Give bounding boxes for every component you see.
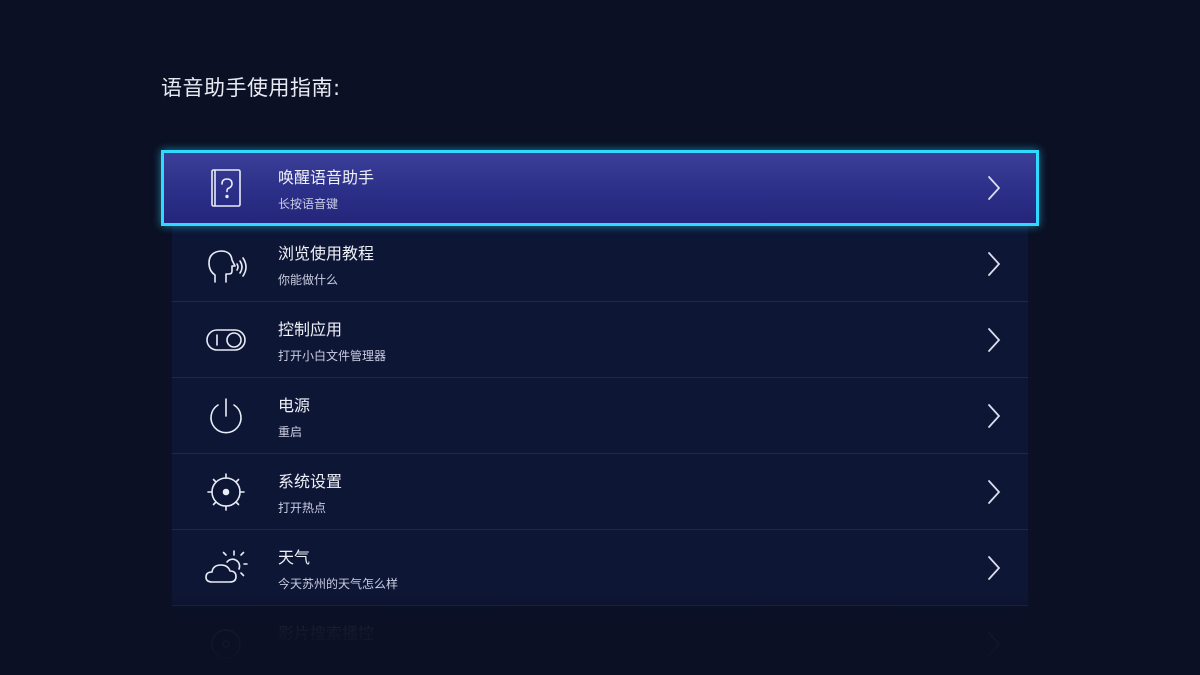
voice-assistant-guide-screen: 语音助手使用指南: 唤醒语音助手 长按语音键 浏览使用教程 你能做什么 控制应用… [0,0,1200,675]
weather-cloud-sun-icon [204,546,248,590]
list-item-wake-assistant[interactable]: 唤醒语音助手 长按语音键 [161,150,1039,226]
chevron-right-icon [986,250,1002,278]
chevron-right-icon [986,402,1002,430]
chevron-right-icon [986,630,1002,658]
item-subtitle: 打开热点 [278,501,327,515]
item-title: 控制应用 [278,320,343,339]
item-title: 影片搜索播控 [278,624,375,643]
page-title: 语音助手使用指南: [161,76,341,100]
list-item-power[interactable]: 电源 重启 [172,378,1028,454]
list-item-movie-search[interactable]: 影片搜索播控 [172,606,1028,659]
chevron-right-icon [986,478,1002,506]
toggle-switch-icon [204,318,248,362]
item-title: 天气 [278,548,311,567]
chevron-right-icon [986,174,1002,202]
item-title: 系统设置 [278,472,343,491]
item-subtitle: 打开小白文件管理器 [278,349,387,363]
speaking-head-icon [204,242,248,286]
power-icon [204,394,248,438]
item-subtitle: 长按语音键 [278,197,339,211]
list-item-system-settings[interactable]: 系统设置 打开热点 [172,454,1028,530]
item-subtitle: 重启 [278,425,303,439]
list-item-weather[interactable]: 天气 今天苏州的天气怎么样 [172,530,1028,606]
chevron-right-icon [986,326,1002,354]
settings-gear-icon [204,470,248,514]
item-title: 电源 [278,396,311,415]
item-title: 浏览使用教程 [278,244,375,263]
help-book-icon [204,166,248,210]
film-icon [204,622,248,666]
chevron-right-icon [986,554,1002,582]
item-subtitle: 你能做什么 [278,273,339,287]
item-subtitle: 今天苏州的天气怎么样 [278,577,399,591]
list-item-control-app[interactable]: 控制应用 打开小白文件管理器 [172,302,1028,378]
guide-list: 唤醒语音助手 长按语音键 浏览使用教程 你能做什么 控制应用 打开小白文件管理器… [161,150,1039,659]
item-title: 唤醒语音助手 [278,168,375,187]
list-item-browse-tutorial[interactable]: 浏览使用教程 你能做什么 [172,226,1028,302]
